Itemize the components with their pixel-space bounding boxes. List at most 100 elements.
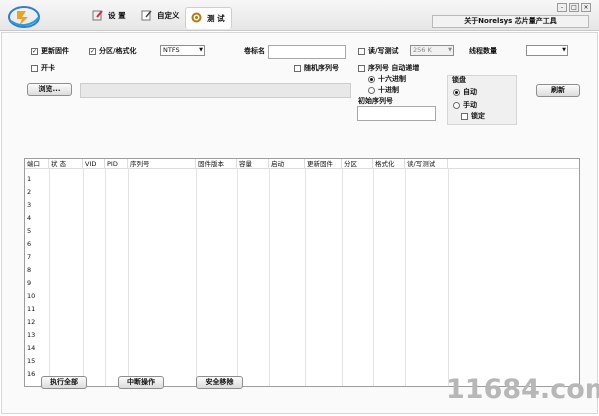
column-header: 格式化	[373, 159, 405, 169]
site-watermark: 11684.com	[446, 374, 599, 405]
column-header: 端口	[25, 159, 49, 169]
open-card-checkbox[interactable]: 开卡	[31, 63, 55, 73]
dropdown-arrow-icon: ▼	[199, 47, 203, 53]
firmware-path-field[interactable]	[80, 83, 351, 98]
browse-button[interactable]: 浏览...	[27, 83, 72, 96]
table-row[interactable]: 10	[27, 292, 35, 300]
auto-radio[interactable]: 自动	[453, 87, 477, 97]
column-header: VID	[83, 159, 105, 169]
app-logo-icon	[6, 3, 42, 29]
hex-radio[interactable]: 十六进制	[368, 74, 406, 84]
column-divider	[448, 169, 449, 386]
radio-selected-icon	[453, 88, 460, 96]
gear-icon	[190, 11, 203, 26]
column-header: 序列号	[128, 159, 196, 169]
tab-test[interactable]: 测 试	[185, 7, 232, 29]
table-row[interactable]: 14	[27, 344, 35, 352]
update-firmware-checkbox[interactable]: ✓ 更新固件	[31, 46, 69, 56]
checkbox-checked-icon: ✓	[89, 47, 96, 55]
column-header: 读/写测试	[405, 159, 448, 169]
locked-checkbox[interactable]: 锁定	[461, 111, 485, 121]
column-divider	[237, 169, 238, 386]
column-header: 容量	[237, 159, 269, 169]
lock-label: 锁盘	[452, 76, 466, 84]
device-table: 端口 状 态 VID PID 序列号 固件版本 容量 启动 更新固件 分区 格式…	[24, 158, 580, 387]
update-firmware-label: 更新固件	[41, 47, 69, 55]
radio-empty-icon	[453, 101, 460, 109]
initial-serial-input[interactable]	[357, 106, 436, 121]
volume-label-text: 卷标名	[244, 47, 265, 55]
table-row[interactable]: 3	[27, 201, 31, 209]
checkbox-empty-icon	[358, 47, 365, 55]
table-row[interactable]: 13	[27, 331, 35, 339]
rw-size-select[interactable]: 256 K ▼	[410, 45, 454, 56]
random-serial-checkbox[interactable]: 随机序列号	[294, 63, 339, 73]
close-icon[interactable]: ×	[581, 3, 591, 12]
thread-count-select[interactable]: ▼	[526, 45, 568, 56]
tab-settings[interactable]: 设 置	[88, 6, 132, 25]
column-header: 状 态	[49, 159, 83, 169]
window-title: 关于Norelsys 芯片量产工具	[432, 15, 589, 28]
table-row[interactable]: 1	[27, 175, 31, 183]
random-serial-label: 随机序列号	[304, 64, 339, 72]
volume-label-input[interactable]	[268, 45, 346, 59]
column-divider	[342, 169, 343, 386]
initial-serial-label: 初始序列号	[358, 97, 393, 105]
abort-button[interactable]: 中断操作	[118, 376, 164, 389]
rw-test-checkbox[interactable]: 读/写测试	[358, 46, 399, 56]
column-header: 固件版本	[196, 159, 237, 169]
radio-selected-icon	[368, 75, 375, 83]
serial-increment-label: 序列号 自动递增	[368, 64, 420, 72]
table-row[interactable]: 4	[27, 214, 31, 222]
column-divider	[83, 169, 84, 386]
serial-increment-checkbox[interactable]: 序列号 自动递增	[358, 63, 419, 73]
table-row[interactable]: 12	[27, 318, 35, 326]
table-row[interactable]: 8	[27, 266, 31, 274]
top-toolbar: 设 置 自定义 测 试 - □ × 关于Norelsys 芯片量产工具	[0, 0, 599, 31]
window-controls: - □ ×	[557, 3, 591, 12]
rw-size-value: 256 K	[413, 46, 432, 54]
thread-count-label: 线程数量	[469, 47, 497, 55]
rw-test-label: 读/写测试	[368, 47, 399, 55]
manual-radio[interactable]: 手动	[453, 100, 477, 110]
table-row[interactable]: 7	[27, 253, 31, 261]
hex-label: 十六进制	[378, 75, 406, 83]
restore-icon[interactable]: □	[569, 3, 579, 12]
column-divider	[305, 169, 306, 386]
column-divider	[196, 169, 197, 386]
safe-remove-button[interactable]: 安全移除	[196, 376, 243, 389]
checkbox-empty-icon	[461, 112, 468, 120]
edit-icon	[141, 9, 153, 23]
radio-empty-icon	[368, 86, 375, 94]
filesystem-select[interactable]: NTFS ▼	[160, 45, 205, 56]
table-row[interactable]: 9	[27, 279, 31, 287]
table-row[interactable]: 6	[27, 240, 31, 248]
checkbox-empty-icon	[294, 64, 301, 72]
checkbox-empty-icon	[31, 64, 38, 72]
auto-label: 自动	[463, 88, 477, 96]
run-all-button[interactable]: 执行全部	[41, 376, 87, 389]
table-row[interactable]: 15	[27, 357, 35, 365]
dropdown-arrow-icon: ▼	[562, 47, 566, 53]
table-row[interactable]: 2	[27, 188, 31, 196]
manual-label: 手动	[463, 101, 477, 109]
refresh-button[interactable]: 刷新	[536, 84, 580, 97]
column-header: 更新固件	[305, 159, 342, 169]
column-header: 分区	[342, 159, 373, 169]
table-header: 端口 状 态 VID PID 序列号 固件版本 容量 启动 更新固件 分区 格式…	[25, 159, 579, 169]
table-row[interactable]: 16	[27, 370, 35, 378]
column-header: PID	[105, 159, 128, 169]
minimize-icon[interactable]: -	[557, 3, 567, 12]
table-row[interactable]: 11	[27, 305, 35, 313]
dec-radio[interactable]: 十进制	[368, 85, 399, 95]
checkbox-empty-icon	[358, 64, 365, 72]
table-row[interactable]: 5	[27, 227, 31, 235]
tab-settings-label: 设 置	[108, 11, 126, 20]
tab-test-label: 测 试	[207, 14, 225, 23]
partition-format-checkbox[interactable]: ✓ 分区/格式化	[89, 46, 137, 56]
column-divider	[49, 169, 50, 386]
tab-custom[interactable]: 自定义	[137, 6, 186, 25]
column-divider	[373, 169, 374, 386]
column-header: 启动	[269, 159, 305, 169]
partition-format-label: 分区/格式化	[99, 47, 137, 55]
